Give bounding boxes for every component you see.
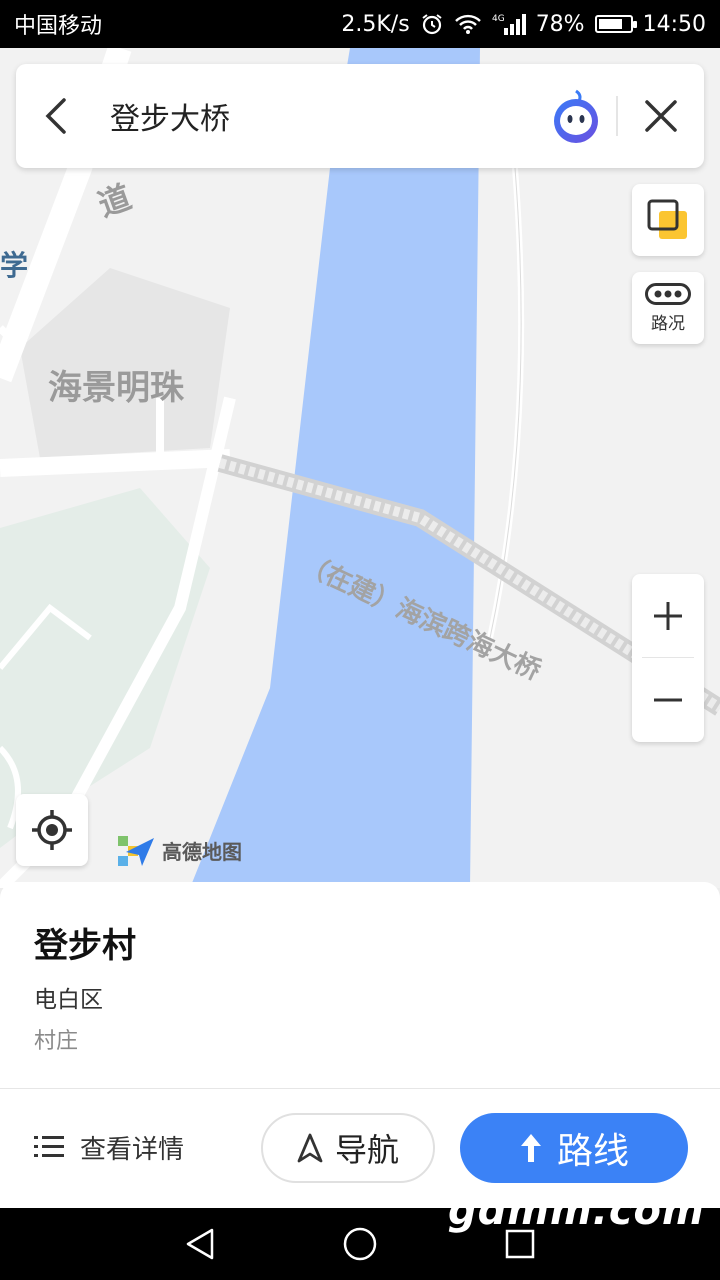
navigation-arrow-icon [297, 1133, 323, 1163]
route-button[interactable]: 路线 [460, 1113, 688, 1183]
layers-button[interactable] [632, 184, 704, 256]
close-button[interactable] [618, 64, 704, 168]
map-canvas [0, 48, 720, 888]
triangle-back-icon [186, 1228, 214, 1260]
amap-logo-text: 高德地图 [162, 839, 242, 864]
search-query[interactable]: 登步大桥 [96, 94, 536, 138]
battery-percent: 78% [535, 11, 585, 37]
route-arrow-icon [520, 1134, 541, 1162]
list-icon [34, 1136, 64, 1157]
place-name: 登步村 [34, 926, 136, 966]
view-details-label: 查看详情 [80, 1134, 185, 1165]
watermark: gdmm.com [448, 1188, 705, 1234]
navigate-label: 导航 [334, 1131, 399, 1169]
network-speed: 2.5K/s [341, 11, 410, 37]
zoom-controls [632, 574, 704, 742]
map-view[interactable]: 道 学 海景明珠 （在建）海滨跨海大桥 [0, 48, 720, 888]
minus-icon [654, 698, 682, 702]
zoom-out-button[interactable] [632, 658, 704, 742]
locate-button[interactable] [16, 794, 88, 866]
system-back-button[interactable] [182, 1226, 218, 1262]
alarm-icon [420, 12, 444, 36]
place-card: 登步村 电白区 村庄 查看详情 导航 路线 [0, 882, 720, 1208]
signal-icon: 4G [492, 12, 526, 36]
battery-icon [594, 15, 637, 33]
school-label: 学 [0, 249, 29, 282]
navigate-button[interactable]: 导航 [261, 1113, 435, 1183]
status-icons: 2.5K/s 4G 78% 14:50 [341, 12, 706, 37]
residential-label: 海景明珠 [48, 368, 184, 408]
svg-text:4G: 4G [492, 14, 505, 24]
locate-icon [32, 810, 72, 850]
route-label: 路线 [556, 1131, 629, 1172]
clock: 14:50 [642, 11, 706, 37]
place-district: 电白区 [34, 987, 103, 1013]
traffic-icon [645, 282, 691, 305]
system-home-button[interactable] [342, 1226, 378, 1262]
view-details-button[interactable]: 查看详情 [34, 1122, 184, 1172]
back-button[interactable] [16, 64, 96, 168]
status-bar: 中国移动 2.5K/s 4G 78% 14:50 [0, 0, 720, 48]
zoom-in-button[interactable] [632, 574, 704, 658]
wifi-icon [454, 13, 482, 35]
zoom-divider [642, 657, 694, 658]
voice-assistant-button[interactable] [536, 64, 616, 168]
place-type: 村庄 [34, 1029, 79, 1054]
back-arrow-icon [45, 98, 66, 134]
amap-logo-icon [118, 836, 154, 866]
carrier-name: 中国移动 [14, 14, 103, 39]
circle-home-icon [343, 1227, 377, 1261]
assistant-icon [554, 89, 598, 143]
search-bar: 登步大桥 [16, 64, 704, 168]
traffic-button[interactable]: 路况 [632, 272, 704, 344]
traffic-label: 路况 [651, 313, 685, 334]
layers-icon [647, 199, 687, 239]
amap-logo: 高德地图 [118, 832, 242, 868]
plus-icon [654, 602, 682, 630]
close-icon [645, 100, 677, 132]
sheet-divider [0, 1088, 720, 1089]
